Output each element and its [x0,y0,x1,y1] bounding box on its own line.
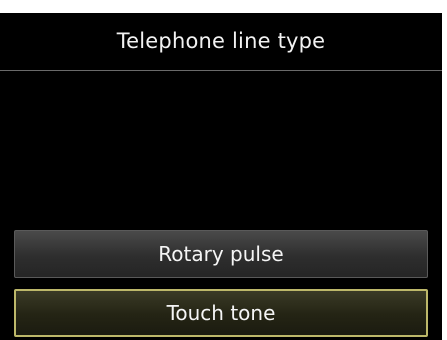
touch-tone-button[interactable]: Touch tone [14,289,428,337]
rotary-pulse-label: Rotary pulse [158,242,284,266]
header-divider [0,70,442,71]
touch-tone-label: Touch tone [166,301,276,325]
printer-lcd-screen: Telephone line type Rotary pulse Touch t… [0,13,442,340]
rotary-pulse-button[interactable]: Rotary pulse [14,230,428,278]
screen-title: Telephone line type [116,29,326,53]
header: Telephone line type [0,13,442,69]
